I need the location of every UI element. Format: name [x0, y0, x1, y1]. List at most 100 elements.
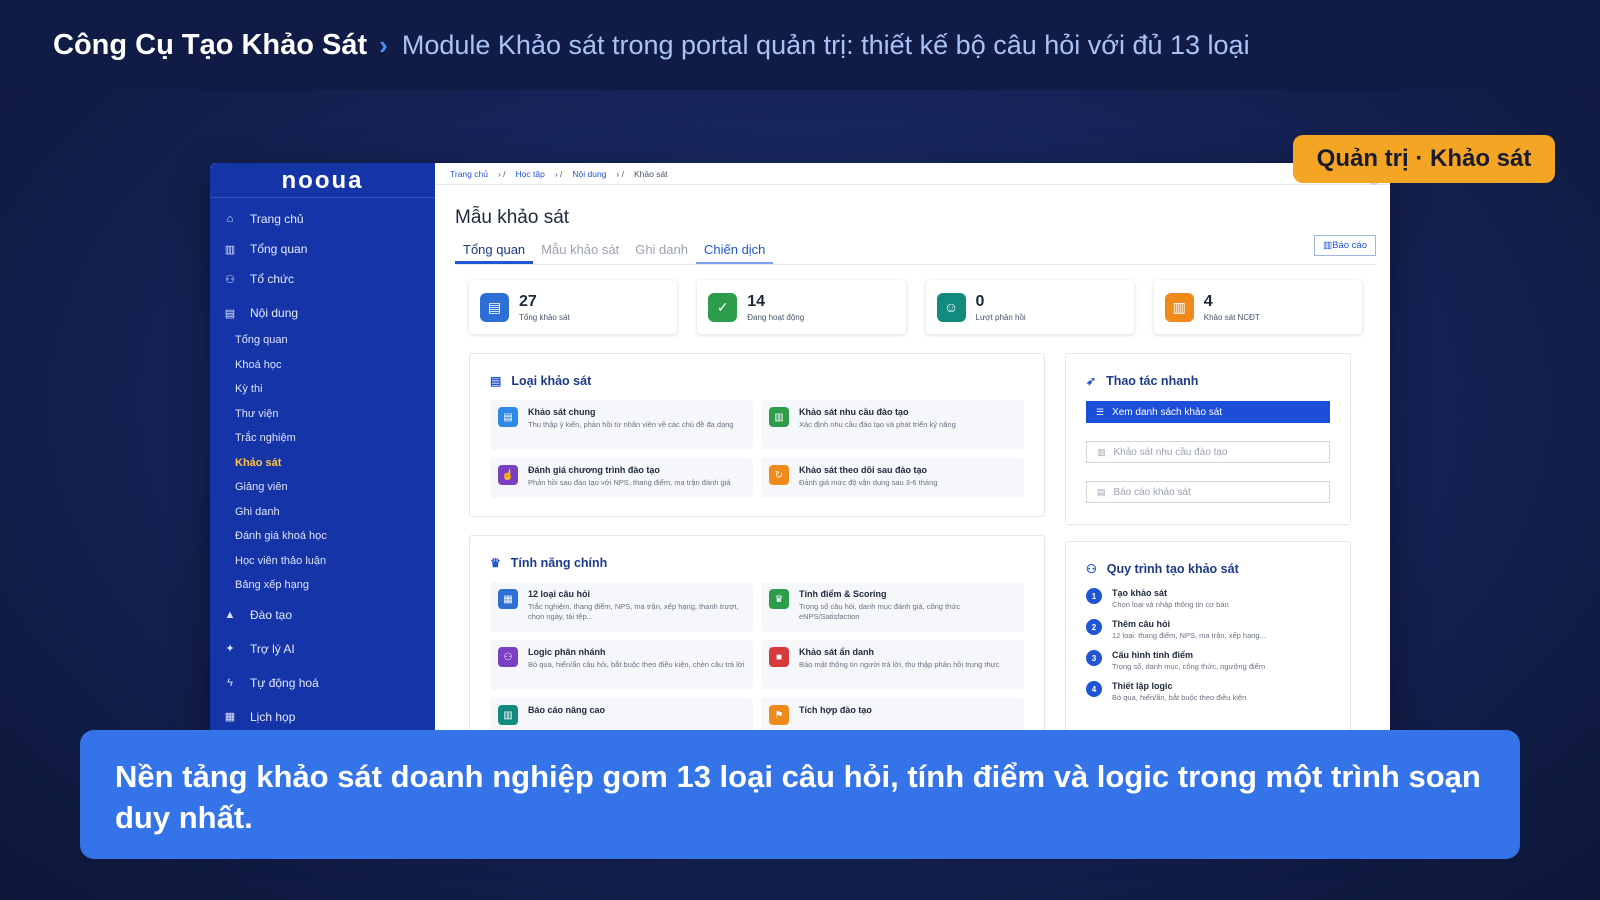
breadcrumb-link[interactable]: Trang chủ	[450, 169, 488, 179]
subnav-item[interactable]: Ghi danh	[210, 500, 435, 525]
feature-item[interactable]: ■ Khảo sát ẩn danh Bảo mật thông tin người…	[761, 640, 1024, 690]
subnav-item[interactable]: Đánh giá khoá học	[210, 524, 435, 549]
breadcrumb-current: Khảo sát	[633, 168, 668, 179]
step-desc: Chọn loại và nhập thông tin cơ bản	[1112, 600, 1229, 609]
survey-type-item[interactable]: ▤ Khảo sát chung Thu thập ý kiến, phản hồi…	[490, 400, 753, 450]
step-title: Cấu hình tính điểm	[1112, 650, 1193, 660]
sidebar-item-dao-tao[interactable]: ▲ Đào tạo	[210, 598, 435, 632]
sidebar-item-label: Tự động hoá	[250, 675, 319, 690]
report-button[interactable]: ▥Báo cáo	[1314, 235, 1376, 256]
sidebar-item-noi-dung[interactable]: ▤ Nội dung	[210, 298, 435, 328]
feature-item[interactable]: ♛ Tính điểm & Scoring Trọng số câu hỏi, da…	[761, 582, 1024, 632]
sidebar: nooua ⌂ Trang chủ ▥ Tổng quan ⚇ Tổ chức ▤ Nộ…	[210, 163, 435, 825]
stat-label: Lượt phản hồi	[975, 312, 1026, 322]
item-desc: Phản hồi sau đào tạo với NPS, thang điểm…	[528, 478, 731, 487]
stat-value: 14	[747, 292, 766, 310]
trophy-icon: ♛	[490, 556, 501, 570]
sidebar-item-tong-quan[interactable]: ▥ Tổng quan	[210, 234, 435, 264]
app-window: nooua ⌂ Trang chủ ▥ Tổng quan ⚇ Tổ chức ▤ Nộ…	[210, 163, 1390, 825]
tab-tong-quan[interactable]: Tổng quan	[455, 238, 534, 264]
stat-card: ☺ 0 Lượt phản hồi	[925, 280, 1134, 334]
step-title: Thêm câu hỏi	[1112, 619, 1171, 629]
item-desc: Trọng số câu hỏi, danh mục đánh giá, côn…	[799, 602, 961, 621]
slide-title: Công Cụ Tạo Khảo Sát	[53, 28, 368, 61]
card-title: ▤ Loại khảo sát	[490, 374, 591, 388]
item-desc: Trắc nghiệm, thang điểm, NPS, ma trận, x…	[528, 602, 739, 621]
button-label: Báo cáo khảo sát	[1113, 486, 1191, 498]
survey-type-item[interactable]: ↻ Khảo sát theo dõi sau đào tạo Đánh giá m…	[761, 458, 1024, 498]
sidebar-item-to-chuc[interactable]: ⚇ Tổ chức	[210, 264, 435, 294]
subnav-item[interactable]: Khoá học	[210, 353, 435, 378]
subnav-item[interactable]: Thư viện	[210, 402, 435, 427]
breadcrumb: Trang chủ › / Học tập › / Nội dung › / Khảo…	[435, 163, 1390, 185]
bar-chart-icon: ▥	[769, 407, 789, 427]
subnav-item[interactable]: Tổng quan	[210, 328, 435, 353]
sitemap-icon: ⚇	[1086, 562, 1097, 576]
survey-types-grid: ▤ Khảo sát chung Thu thập ý kiến, phản hồi…	[490, 400, 1024, 498]
step-number: 3	[1086, 650, 1102, 666]
page-title: Mẫu khảo sát	[455, 207, 570, 228]
sidebar-item-label: Nội dung	[250, 306, 299, 320]
sidebar-item-lich-hop[interactable]: ▦ Lịch họp	[210, 700, 435, 734]
tab-ghi-danh[interactable]: Ghi danh	[627, 238, 696, 264]
sidebar-item-label: Đào tạo	[250, 607, 293, 622]
item-desc: Xác định nhu cầu đào tạo và phát triển k…	[799, 420, 956, 429]
step-desc: Trọng số, danh mục, công thức, ngưỡng đi…	[1112, 662, 1266, 671]
survey-type-item[interactable]: ▥ Khảo sát nhu cầu đào tạo Xác định nhu cầ…	[761, 400, 1024, 450]
subnav-item[interactable]: Giảng viên	[210, 475, 435, 500]
view-survey-list-button[interactable]: ☰ Xem danh sách khảo sát	[1086, 401, 1330, 423]
subnav-item[interactable]: Bảng xếp hạng	[210, 573, 435, 598]
features-grid: ▦ 12 loại câu hỏi Trắc nghiệm, thang điểm,…	[490, 582, 1024, 748]
stat-value: 4	[1203, 292, 1213, 310]
button-label: Xem danh sách khảo sát	[1112, 406, 1223, 418]
thumbs-up-icon: ☝	[498, 465, 518, 485]
integration-icon: ⚑	[769, 705, 789, 725]
survey-report-link[interactable]: ▤ Báo cáo khảo sát	[1086, 481, 1330, 503]
quick-actions-card: ➶ Thao tác nhanh ☰ Xem danh sách khảo sát …	[1065, 353, 1351, 525]
report-button-label: Báo cáo	[1332, 240, 1367, 251]
step-desc: Bỏ qua, hiển/ẩn, bắt buộc theo điều kiện	[1112, 693, 1247, 702]
button-label: Khảo sát nhu cầu đào tạo	[1113, 446, 1228, 458]
chart-icon: ▥	[1323, 240, 1333, 251]
slide-header: Công Cụ Tạo Khảo Sát › Module Khảo sát t…	[0, 0, 1600, 90]
item-desc: Bỏ qua, hiển/ẩn câu hỏi, bắt buộc theo đ…	[528, 660, 745, 669]
stat-label: Tổng khảo sát	[519, 312, 570, 322]
feature-item[interactable]: ⚇ Logic phân nhánh Bỏ qua, hiển/ẩn câu hỏi…	[490, 640, 753, 690]
stat-label: Khảo sát NCĐT	[1203, 312, 1260, 322]
chevron-right-icon: ›	[379, 29, 388, 60]
breadcrumb-link[interactable]: Nội dung	[572, 169, 606, 179]
users-icon: ☺	[936, 292, 966, 322]
stat-value: 27	[519, 292, 537, 310]
breadcrumb-separator: › /	[616, 168, 624, 179]
app-logo[interactable]: nooua	[210, 163, 435, 198]
sidebar-item-trang-chu[interactable]: ⌂ Trang chủ	[210, 204, 435, 234]
sidebar-item-tro-ly-ai[interactable]: ✦ Trợ lý AI	[210, 632, 435, 666]
tab-chien-dich[interactable]: Chiến dịch	[695, 238, 774, 264]
subnav-item[interactable]: Kỳ thi	[210, 377, 435, 402]
item-title: Khảo sát ẩn danh	[799, 647, 875, 657]
step-desc: 12 loại: thang điểm, NPS, ma trận, xếp h…	[1112, 631, 1266, 640]
graduation-icon: ▲	[224, 608, 236, 621]
sidebar-item-label: Lịch họp	[250, 709, 296, 724]
subnav-item[interactable]: Trắc nghiệm	[210, 426, 435, 451]
card-title-label: Loại khảo sát	[511, 374, 592, 388]
survey-type-item[interactable]: ☝ Đánh giá chương trình đào tạo Phản hồi s…	[490, 458, 753, 498]
training-needs-link[interactable]: ▥ Khảo sát nhu cầu đào tạo	[1086, 441, 1330, 463]
breadcrumb-link[interactable]: Học tập	[516, 169, 545, 179]
process-step: 3 Cấu hình tính điểm Trọng số, danh mục, c…	[1086, 650, 1265, 671]
step-number: 4	[1086, 681, 1102, 697]
survey-icon: ▤	[498, 407, 518, 427]
survey-icon: ▤	[480, 292, 509, 322]
subnav-item-active[interactable]: Khảo sát	[210, 451, 435, 476]
list-icon: ☰	[1096, 406, 1105, 417]
feature-item[interactable]: ▦ 12 loại câu hỏi Trắc nghiệm, thang điểm,…	[490, 582, 753, 632]
item-desc: Đánh giá mức độ vận dụng sau 3-6 tháng	[799, 478, 938, 487]
subnav-item[interactable]: Học viên thảo luận	[210, 549, 435, 574]
tab-mau-khao-sat[interactable]: Mẫu khảo sát	[533, 238, 627, 264]
tab-bar: Tổng quan Mẫu khảo sát Ghi danh Chiến dị…	[455, 235, 1376, 265]
stat-card: ▤ 27 Tổng khảo sát	[469, 280, 678, 334]
item-title: Tích hợp đào tạo	[799, 705, 872, 715]
step-title: Thiết lập logic	[1112, 681, 1173, 691]
breadcrumb-separator: › /	[554, 168, 563, 179]
sidebar-item-tu-dong-hoa[interactable]: ϟ Tự động hoá	[210, 666, 435, 700]
